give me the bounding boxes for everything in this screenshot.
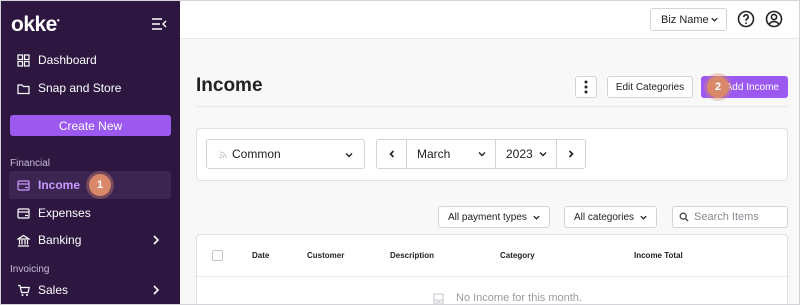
edit-categories-button[interactable]: Edit Categories xyxy=(607,76,693,98)
help-icon[interactable] xyxy=(737,10,755,28)
column-header-description[interactable]: Description xyxy=(390,251,434,260)
next-month-button[interactable] xyxy=(557,140,585,168)
sidebar-item-dashboard[interactable]: Dashboard xyxy=(9,46,171,74)
business-name: Biz Name xyxy=(661,13,709,26)
categories-value: All categories xyxy=(574,211,635,223)
column-header-customer[interactable]: Customer xyxy=(307,251,344,260)
user-account-icon[interactable] xyxy=(765,10,783,28)
categories-select[interactable]: All categories xyxy=(564,206,657,228)
app-logo[interactable]: okke• xyxy=(11,13,60,37)
step-badge-2: 2 xyxy=(707,76,729,98)
year-value: 2023 xyxy=(506,147,533,161)
create-new-button[interactable]: Create New xyxy=(10,115,171,136)
sidebar-item-banking[interactable]: Banking xyxy=(9,226,171,254)
folder-icon xyxy=(17,83,30,94)
year-select[interactable]: 2023 xyxy=(496,140,556,168)
search-input[interactable] xyxy=(694,211,784,223)
sidebar-item-label: Dashboard xyxy=(38,53,97,67)
chevron-down-icon xyxy=(539,152,547,157)
section-label-invoicing: Invoicing xyxy=(10,264,50,275)
income-icon xyxy=(17,179,30,191)
month-value: March xyxy=(417,147,451,161)
period-selector: March 2023 xyxy=(376,139,586,169)
payment-types-select[interactable]: All payment types xyxy=(438,206,550,228)
collapse-sidebar-icon[interactable] xyxy=(151,17,167,31)
column-header-category[interactable]: Category xyxy=(500,251,535,260)
cart-icon xyxy=(18,284,30,296)
business-selector[interactable]: Biz Name xyxy=(650,8,727,31)
empty-message: No Income for this month. xyxy=(456,292,582,304)
top-bar: Biz Name xyxy=(180,1,799,39)
sidebar: okke• Dashboard Snap and Store Create Ne… xyxy=(1,1,180,304)
empty-state: No Income for this month. xyxy=(433,292,582,304)
chevron-left-icon xyxy=(388,150,394,158)
column-header-date[interactable]: Date xyxy=(252,251,269,260)
chevron-right-icon xyxy=(153,235,160,245)
sidebar-item-label: Banking xyxy=(38,233,82,247)
kebab-menu-icon xyxy=(584,80,588,94)
chevron-right-icon xyxy=(568,150,574,158)
rss-icon xyxy=(219,151,227,159)
sidebar-item-label: Sales xyxy=(38,283,69,297)
category-set-value: Common xyxy=(232,147,281,161)
table-header: Date Customer Description Category Incom… xyxy=(197,235,787,277)
chevron-down-icon xyxy=(345,153,353,158)
sidebar-item-expenses[interactable]: Expenses xyxy=(9,199,171,227)
empty-inbox-icon xyxy=(433,293,444,303)
grid-icon xyxy=(17,53,30,67)
section-label-financial: Financial xyxy=(10,158,51,169)
search-icon xyxy=(679,212,689,222)
expenses-icon xyxy=(17,207,30,219)
more-options-button[interactable] xyxy=(575,76,597,98)
column-header-income-total[interactable]: Income Total xyxy=(634,251,683,260)
chevron-right-icon xyxy=(153,285,160,295)
select-all-checkbox[interactable] xyxy=(212,250,223,261)
step-badge-1: 1 xyxy=(89,174,111,196)
chevron-down-icon xyxy=(533,215,540,220)
chevron-down-icon xyxy=(711,17,718,22)
income-table: Date Customer Description Category Incom… xyxy=(196,234,788,304)
sidebar-item-snap-and-store[interactable]: Snap and Store xyxy=(9,74,171,102)
app-window: okke• Dashboard Snap and Store Create Ne… xyxy=(0,0,800,305)
month-select[interactable]: March xyxy=(407,140,495,168)
sidebar-item-label: Income xyxy=(38,178,81,192)
sidebar-item-sales[interactable]: Sales xyxy=(9,276,171,304)
payment-types-value: All payment types xyxy=(448,211,527,223)
sidebar-item-label: Snap and Store xyxy=(38,81,122,95)
chevron-down-icon xyxy=(640,215,647,220)
bank-icon xyxy=(17,234,30,247)
category-set-select[interactable]: Common xyxy=(206,139,365,169)
chevron-down-icon xyxy=(478,152,486,157)
previous-month-button[interactable] xyxy=(377,140,406,168)
page-title: Income xyxy=(196,75,263,96)
sidebar-item-label: Expenses xyxy=(38,206,91,220)
search-field[interactable] xyxy=(672,206,788,228)
header-divider xyxy=(196,106,788,107)
